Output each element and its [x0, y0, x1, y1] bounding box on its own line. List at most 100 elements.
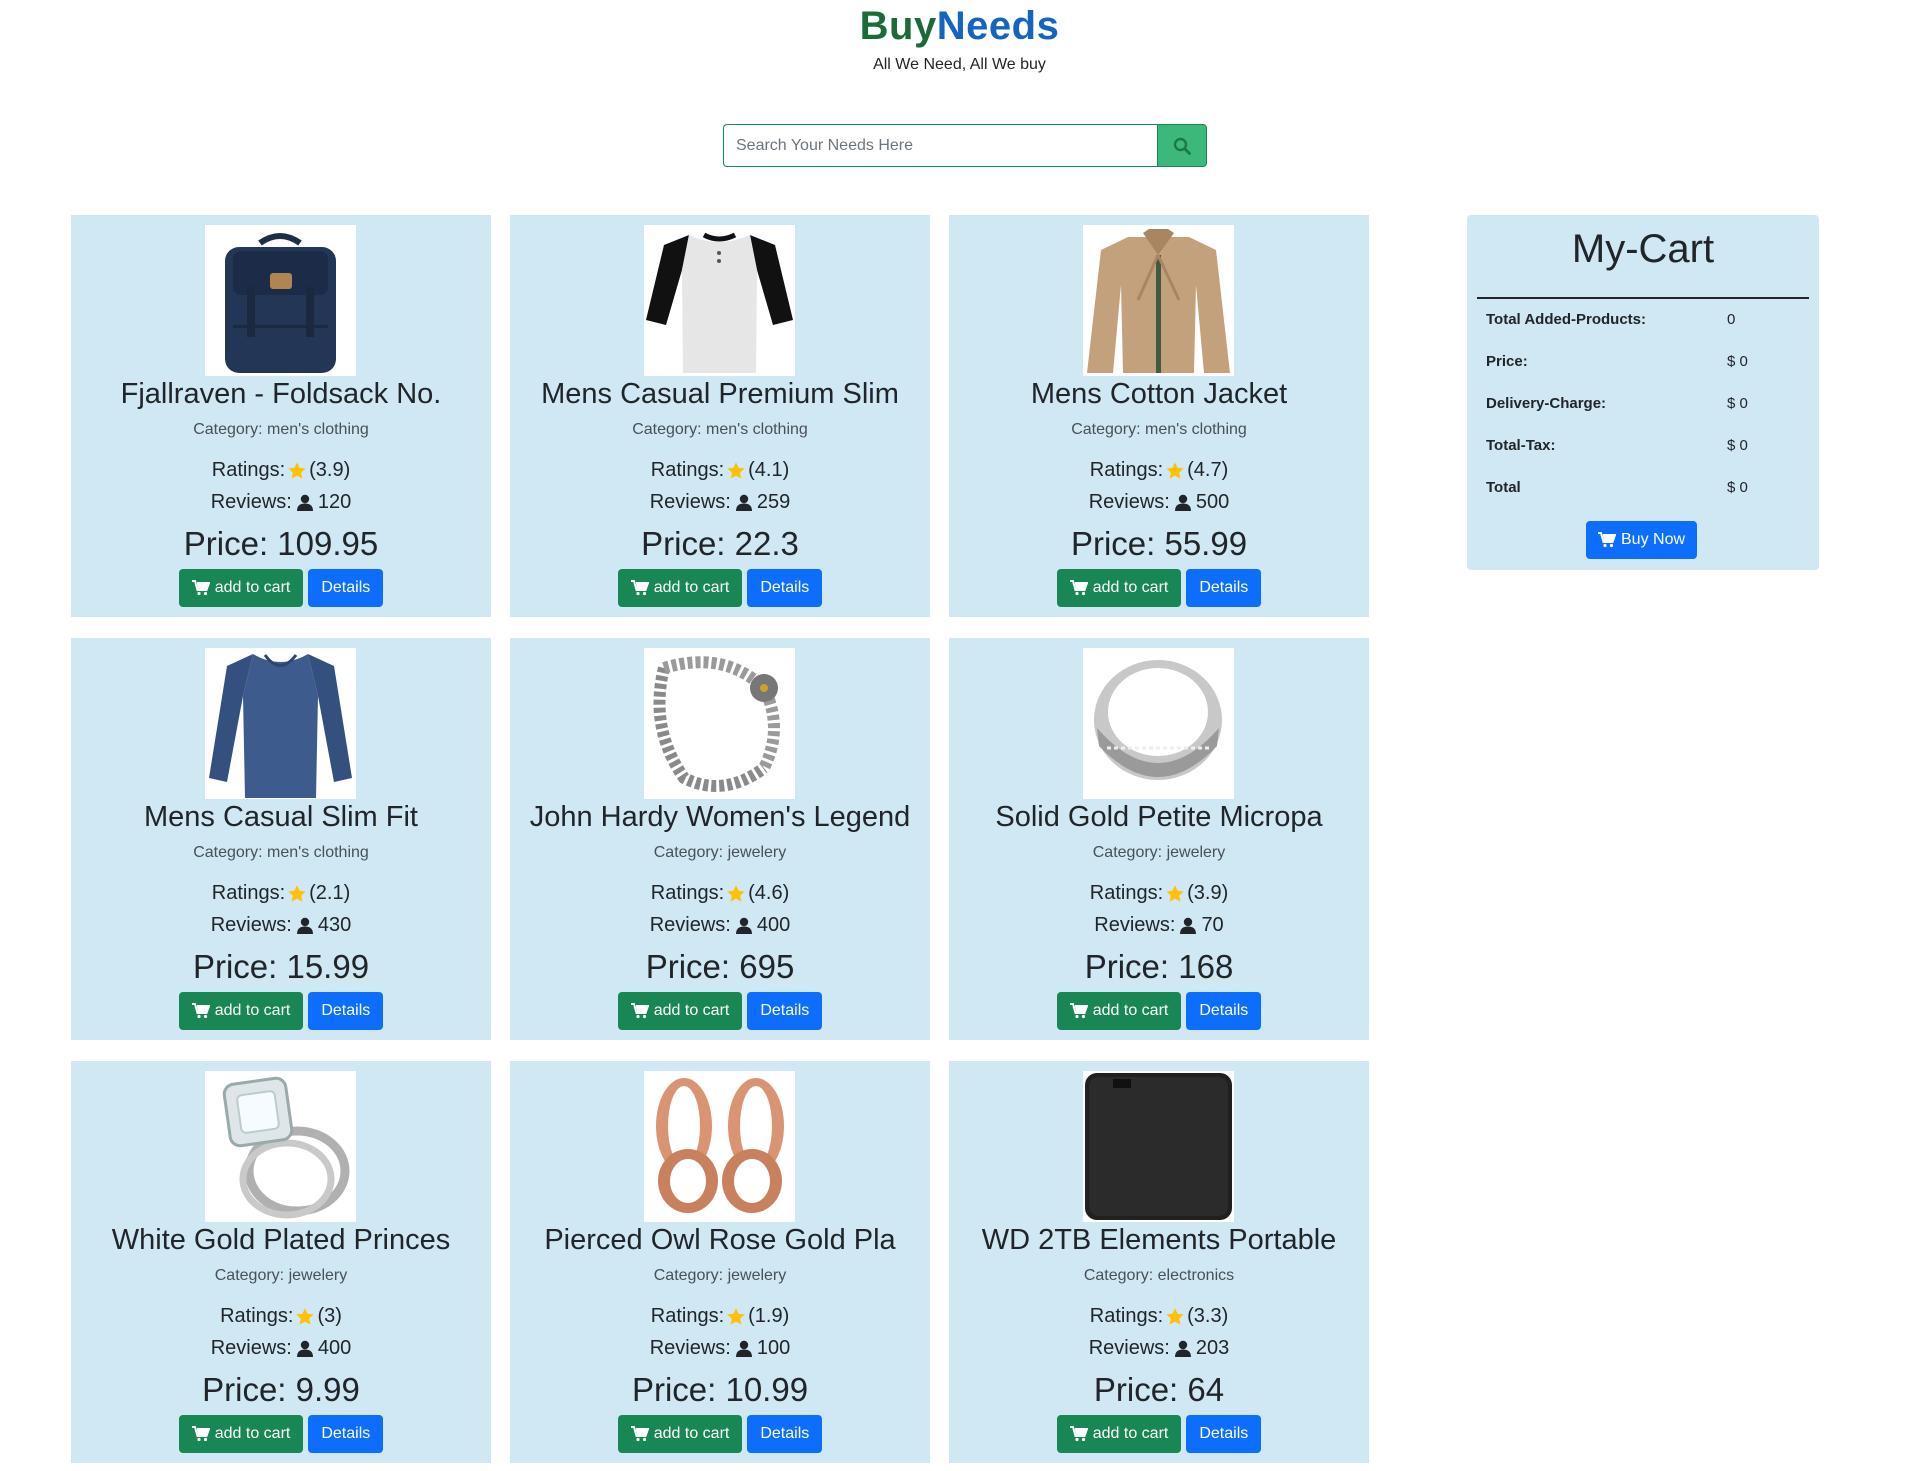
rating-value: (3.9) — [1187, 882, 1229, 904]
add-to-cart-button[interactable]: add to cart — [1056, 569, 1182, 607]
reviews-label: Reviews: — [649, 914, 731, 936]
product-rating: Ratings: (2.1) — [71, 882, 491, 905]
product-category: Category: men's clothing — [1071, 421, 1247, 438]
user-icon — [735, 494, 753, 512]
product-card: Pierced Owl Rose Gold Pla Category: jewel… — [510, 1061, 930, 1463]
product-actions: add to cart Details — [71, 1415, 491, 1453]
details-button[interactable]: Details — [308, 569, 384, 607]
product-image[interactable] — [644, 648, 795, 799]
cart-row-total: Total $ 0 — [1486, 479, 1806, 496]
product-title: Solid Gold Petite Micropa — [995, 801, 1323, 833]
rating-value: (2.1) — [309, 882, 351, 904]
reviews-count: 500 — [1195, 491, 1230, 513]
user-icon — [1174, 1340, 1192, 1358]
add-to-cart-button[interactable]: add to cart — [178, 569, 304, 607]
reviews-count: 70 — [1201, 914, 1224, 936]
product-title: Mens Casual Slim Fit — [144, 801, 418, 833]
rating-value: (3.3) — [1187, 1305, 1229, 1327]
search-input[interactable] — [723, 124, 1157, 167]
ratings-label: Ratings: — [650, 882, 725, 904]
product-category: Category: jewelery — [653, 844, 787, 861]
product-image[interactable] — [205, 648, 356, 799]
details-button[interactable]: Details — [1186, 569, 1262, 607]
add-to-cart-label: add to cart — [1092, 1425, 1169, 1442]
details-button[interactable]: Details — [308, 1415, 384, 1453]
details-button[interactable]: Details — [1186, 1415, 1262, 1453]
price-label: Price: — [645, 948, 731, 985]
product-rating: Ratings: (4.7) — [949, 459, 1369, 482]
reviews-label: Reviews: — [1088, 491, 1170, 513]
price-label: Price: — [1093, 1371, 1179, 1408]
price-value: 64 — [1187, 1371, 1225, 1408]
cart-divider — [1477, 297, 1809, 299]
price-label: Price: — [202, 1371, 287, 1408]
product-image[interactable] — [205, 225, 356, 376]
product-rating: Ratings: (1.9) — [510, 1305, 930, 1328]
details-button[interactable]: Details — [747, 1415, 823, 1453]
ratings-label: Ratings: — [1089, 459, 1164, 481]
product-rating: Ratings: (3.9) — [71, 459, 491, 482]
user-icon — [1179, 917, 1197, 935]
product-actions: add to cart Details — [949, 992, 1369, 1030]
product-card: White Gold Plated Princes Category: jewel… — [71, 1061, 491, 1463]
add-to-cart-label: add to cart — [214, 579, 291, 596]
add-to-cart-label: add to cart — [1092, 1002, 1169, 1019]
user-icon — [296, 1340, 314, 1358]
product-actions: add to cart Details — [510, 992, 930, 1030]
add-to-cart-button[interactable]: add to cart — [617, 992, 743, 1030]
product-image[interactable] — [1083, 648, 1234, 799]
buy-now-button[interactable]: Buy Now — [1586, 521, 1698, 559]
rating-value: (1.9) — [748, 1305, 790, 1327]
star-icon — [295, 1307, 315, 1327]
cart-icon — [1598, 532, 1616, 548]
product-title: Pierced Owl Rose Gold Pla — [544, 1224, 896, 1256]
product-image[interactable] — [644, 1071, 795, 1222]
product-category: Category: men's clothing — [193, 844, 369, 861]
product-rating: Ratings: (3) — [71, 1305, 491, 1328]
search-icon — [1173, 137, 1191, 155]
product-category: Category: electronics — [1083, 1267, 1235, 1284]
product-image[interactable] — [205, 1071, 356, 1222]
product-card: WD 2TB Elements Portable Category: electr… — [949, 1061, 1369, 1463]
cart-icon — [630, 580, 649, 596]
price-label: Price: — [1084, 948, 1170, 985]
star-icon — [726, 1307, 746, 1327]
product-price: Price: 22.3 — [510, 525, 930, 563]
site-logo[interactable]: BuyNeeds — [0, 4, 1919, 49]
add-to-cart-button[interactable]: add to cart — [617, 569, 743, 607]
cart-row-label: Total-Tax: — [1486, 437, 1556, 454]
add-to-cart-button[interactable]: add to cart — [1056, 1415, 1182, 1453]
price-value: 9.99 — [295, 1371, 360, 1408]
price-value: 55.99 — [1164, 525, 1248, 562]
details-button[interactable]: Details — [747, 569, 823, 607]
logo-buy: Buy — [859, 4, 937, 48]
details-button[interactable]: Details — [308, 992, 384, 1030]
product-reviews: Reviews: 400 — [510, 914, 930, 937]
product-image[interactable] — [1083, 225, 1234, 376]
rating-value: (3.9) — [309, 459, 351, 481]
details-button[interactable]: Details — [1186, 992, 1262, 1030]
cart-row-label: Price: — [1486, 353, 1528, 370]
add-to-cart-button[interactable]: add to cart — [178, 992, 304, 1030]
cart-icon — [191, 580, 210, 596]
product-category: Category: jewelery — [214, 1267, 348, 1284]
details-button[interactable]: Details — [747, 992, 823, 1030]
product-image[interactable] — [644, 225, 795, 376]
search-button[interactable] — [1157, 124, 1207, 167]
add-to-cart-button[interactable]: add to cart — [1056, 992, 1182, 1030]
product-title: Mens Cotton Jacket — [1030, 378, 1288, 410]
product-category: Category: men's clothing — [193, 421, 369, 438]
product-reviews: Reviews: 100 — [510, 1337, 930, 1360]
cart-row-label: Total Added-Products: — [1486, 311, 1646, 328]
reviews-label: Reviews: — [1088, 1337, 1170, 1359]
add-to-cart-button[interactable]: add to cart — [617, 1415, 743, 1453]
ratings-label: Ratings: — [650, 459, 725, 481]
rating-value: (4.6) — [748, 882, 790, 904]
cart-row-value: $ 0 — [1727, 353, 1748, 370]
product-price: Price: 15.99 — [71, 948, 491, 986]
product-image[interactable] — [1083, 1071, 1234, 1222]
reviews-count: 259 — [756, 491, 791, 513]
star-icon — [287, 461, 307, 481]
add-to-cart-button[interactable]: add to cart — [178, 1415, 304, 1453]
reviews-count: 120 — [317, 491, 352, 513]
